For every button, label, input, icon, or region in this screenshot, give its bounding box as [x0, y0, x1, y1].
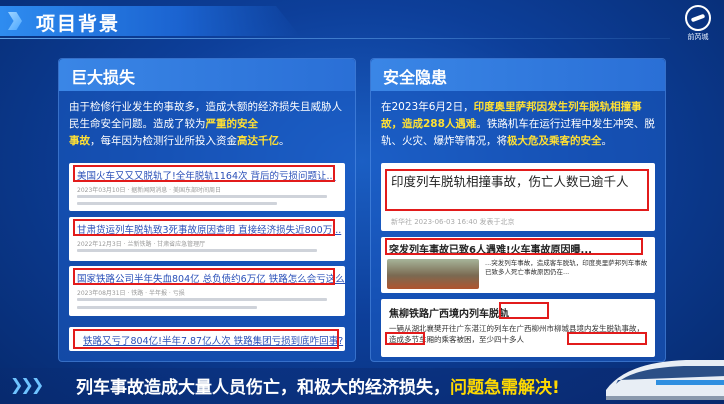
- text-line: [77, 306, 257, 309]
- news-meta: 2023年08月31日 · 铁路 · 半年报 · 亏损: [77, 290, 185, 297]
- conclusion-main: 列车事故造成大量人员伤亡，和极大的经济损失，: [76, 378, 450, 398]
- hazards-panel: 安全隐患 在2023年6月2日，印度奥里萨邦因发生列车脱轨相撞事故，造成288人…: [370, 58, 666, 362]
- conclusion-text: 列车事故造成大量人员伤亡，和极大的经济损失，问题急需解决!: [76, 373, 560, 398]
- losses-panel-header: 巨大损失: [59, 59, 355, 91]
- news-card[interactable]: 国家铁路公司半年失血804亿 总负债约6万亿 铁路怎么会亏这么... 2023年…: [69, 266, 345, 316]
- hazards-panel-header: 安全隐患: [371, 59, 665, 91]
- news-meta: 2022年12月3日 · 兰新铁路 · 甘肃省应急管理厅: [77, 241, 206, 248]
- text-line: [77, 298, 327, 301]
- news-meta: 2023年03月10日 · 据新闻网消息 · 美国东部时间周日: [77, 187, 221, 194]
- news-headline[interactable]: 焦柳铁路广西境内列车脱轨: [389, 305, 509, 320]
- news-card[interactable]: 突发列车事故已致6人遇难!火车事故原因曝... ...突发列车事故，造成客车脱轨…: [381, 237, 655, 293]
- header: 项目背景 前芮城: [0, 0, 724, 41]
- losses-intro: 由于检修行业发生的事故多，造成大额的经济损失且威胁人民生命安全问题。造成了较为严…: [69, 99, 349, 150]
- news-card[interactable]: 美国火车又又又脱轨了!全年脱轨1164次 背后的亏损问题让... 2023年03…: [69, 163, 345, 211]
- news-card[interactable]: 甘肃货运列车脱轨致3死事故原因查明 直接经济损失近800万... 2022年12…: [69, 217, 345, 261]
- intro-highlight: 极大危及乘客的安全: [507, 135, 602, 147]
- intro-highlight: 严重的安全: [205, 118, 259, 130]
- intro-line: ，每年因为检测行业所投入资金: [90, 135, 237, 147]
- intro-highlight: 高达千亿: [237, 135, 279, 147]
- train-logo-icon: [685, 5, 711, 31]
- intro-highlight: 事故: [69, 135, 90, 147]
- losses-panel-title: 巨大损失: [71, 68, 136, 87]
- highlight-box: [385, 169, 649, 211]
- header-divider: [0, 38, 670, 39]
- news-snippet: ...突发列车事故，造成客车脱轨，印度奥里萨邦列车事故已致多人死亡事故原因仍在.…: [485, 259, 648, 276]
- text-line: [77, 195, 327, 198]
- highlight-box: [73, 165, 335, 182]
- text-line: [77, 202, 277, 205]
- highlight-box: [73, 268, 335, 285]
- conclusion-highlight: 问题急需解决!: [450, 378, 560, 398]
- intro-line: 。: [279, 135, 290, 147]
- intro-text: 。: [601, 135, 613, 147]
- logo-text: 前芮城: [687, 33, 709, 41]
- intro-text: 在2023年6月2日，: [381, 101, 474, 113]
- losses-panel: 巨大损失 由于检修行业发生的事故多，造成大额的经济损失且威胁人民生命安全问题。造…: [58, 58, 356, 362]
- highlight-box: [73, 329, 339, 349]
- double-chevron-icon: ❯❯❯: [10, 375, 44, 394]
- news-meta: 新华社 2023-06-03 16:40 发表于北京: [391, 218, 515, 226]
- highlight-box: [499, 302, 549, 319]
- highlight-box: [385, 238, 643, 255]
- hazards-intro: 在2023年6月2日，印度奥里萨邦因发生列车脱轨相撞事故，造成288人遇难。铁路…: [381, 99, 661, 150]
- highlight-box: [73, 219, 335, 236]
- news-card[interactable]: 印度列车脱轨相撞事故，伤亡人数已逾千人 新华社 2023-06-03 16:40…: [381, 163, 655, 231]
- news-card[interactable]: 焦柳铁路广西境内列车脱轨 一辆从湖北襄樊开往广东湛江的列车在广西柳州市柳城县境内…: [381, 299, 655, 357]
- intro-line: 由于检修行业发生的事故多，造成大额的经济损失: [69, 101, 300, 113]
- news-card[interactable]: 铁路又亏了804亿!半年7.87亿人次 铁路集团亏损到底咋回事?: [69, 327, 345, 351]
- page-title: 项目背景: [36, 13, 121, 35]
- train-icon: [606, 360, 724, 400]
- highlight-box: [385, 332, 425, 345]
- highlight-box: [567, 332, 647, 345]
- hazards-panel-title: 安全隐患: [383, 68, 448, 87]
- accident-photo: [387, 259, 479, 289]
- logo: 前芮城: [679, 5, 717, 41]
- text-line: [77, 249, 317, 252]
